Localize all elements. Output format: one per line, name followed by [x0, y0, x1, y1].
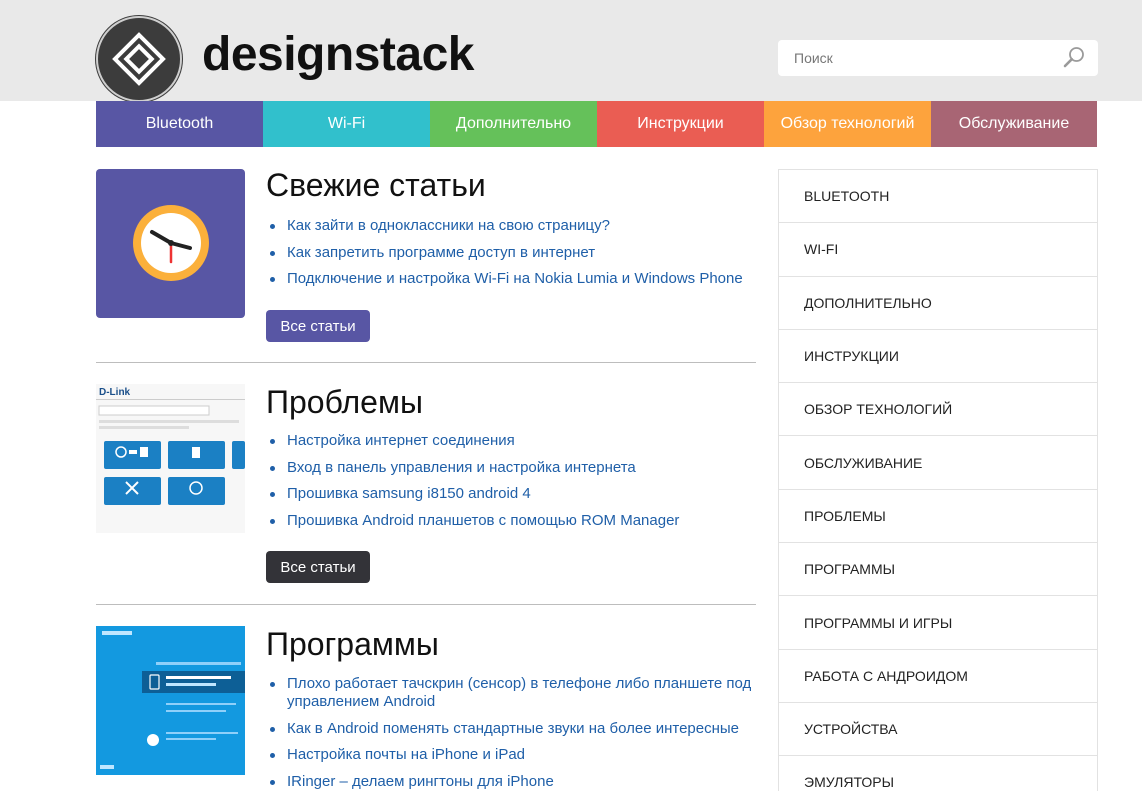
nav-item-wifi[interactable]: Wi-Fi [263, 101, 430, 147]
list-item: Настройка интернет соединения [266, 432, 756, 450]
article-link[interactable]: Плохо работает тачскрин (сенсор) в телеф… [287, 675, 751, 710]
sidebar-item-wifi[interactable]: WI-FI [779, 223, 1097, 277]
article-list: Плохо работает тачскрин (сенсор) в телеф… [266, 675, 756, 791]
nav-item-bluetooth[interactable]: Bluetooth [96, 101, 263, 147]
list-item: Подключение и настройка Wi-Fi на Nokia L… [266, 270, 756, 288]
programs-section: Программы Плохо работает тачскрин (сенсо… [96, 626, 756, 791]
nav-item-maintenance[interactable]: Обслуживание [931, 101, 1097, 147]
category-sidebar: BLUETOOTH WI-FI ДОПОЛНИТЕЛЬНО ИНСТРУКЦИИ… [778, 169, 1098, 791]
section-title: Проблемы [266, 384, 423, 420]
article-link[interactable]: IRinger – делаем рингтоны для iPhone [287, 773, 554, 790]
nav-item-additional[interactable]: Дополнительно [430, 101, 597, 147]
sidebar-item-programs-games[interactable]: ПРОГРАММЫ И ИГРЫ [779, 596, 1097, 650]
all-articles-button[interactable]: Все статьи [266, 551, 370, 583]
article-link[interactable]: Настройка интернет соединения [287, 432, 515, 449]
sidebar-item-devices[interactable]: УСТРОЙСТВА [779, 703, 1097, 757]
router-screenshot-image: D-Link [96, 384, 245, 533]
site-name[interactable]: designstack [202, 26, 474, 84]
sidebar-item-maintenance[interactable]: ОБСЛУЖИВАНИЕ [779, 436, 1097, 490]
site-logo[interactable] [96, 16, 182, 102]
list-item: Как зайти в одноклассники на свою страни… [266, 217, 756, 235]
nav-item-tech-review[interactable]: Обзор технологий [764, 101, 931, 147]
clock-icon [133, 205, 209, 281]
article-link[interactable]: Прошивка samsung i8150 android 4 [287, 485, 531, 502]
article-link[interactable]: Как в Android поменять стандартные звуки… [287, 720, 739, 737]
sidebar-item-instructions[interactable]: ИНСТРУКЦИИ [779, 330, 1097, 384]
article-link[interactable]: Подключение и настройка Wi-Fi на Nokia L… [287, 270, 743, 287]
article-link[interactable]: Как запретить программе доступ в интерне… [287, 244, 595, 261]
section-title: Свежие статьи [266, 167, 486, 203]
sidebar-item-bluetooth[interactable]: BLUETOOTH [779, 170, 1097, 224]
article-link[interactable]: Как зайти в одноклассники на свою страни… [287, 217, 610, 234]
programs-thumbnail[interactable] [96, 626, 245, 775]
sidebar-item-problems[interactable]: ПРОБЛЕМЫ [779, 490, 1097, 544]
problems-thumbnail[interactable]: D-Link [96, 384, 245, 533]
sidebar-item-emulators[interactable]: ЭМУЛЯТОРЫ [779, 756, 1097, 791]
article-link[interactable]: Вход в панель управления и настройка инт… [287, 459, 636, 476]
sidebar-item-tech-review[interactable]: ОБЗОР ТЕХНОЛОГИЙ [779, 383, 1097, 437]
search-icon[interactable] [1062, 45, 1086, 69]
article-link[interactable]: Настройка почты на iPhone и iPad [287, 746, 525, 763]
app-screenshot-image [96, 626, 245, 775]
list-item: Прошивка Android планшетов с помощью ROM… [266, 512, 756, 530]
article-list: Настройка интернет соединения Вход в пан… [266, 432, 756, 539]
divider [96, 362, 756, 363]
problems-section: D-Link Проблемы Настройка интернет соеди… [96, 384, 756, 584]
list-item: Вход в панель управления и настройка инт… [266, 459, 756, 477]
divider [96, 604, 756, 605]
article-link[interactable]: Прошивка Android планшетов с помощью ROM… [287, 512, 679, 529]
dlink-logo-text: D-Link [99, 387, 131, 398]
article-list: Как зайти в одноклассники на свою страни… [266, 217, 756, 297]
sidebar-item-android[interactable]: РАБОТА С АНДРОИДОМ [779, 650, 1097, 703]
list-item: Плохо работает тачскрин (сенсор) в телеф… [266, 675, 756, 711]
sidebar-item-programs[interactable]: ПРОГРАММЫ [779, 543, 1097, 597]
list-item: IRinger – делаем рингтоны для iPhone [266, 773, 756, 791]
nav-item-instructions[interactable]: Инструкции [597, 101, 764, 147]
all-articles-button[interactable]: Все статьи [266, 310, 370, 342]
fresh-articles-thumbnail[interactable] [96, 169, 245, 318]
sidebar-item-additional[interactable]: ДОПОЛНИТЕЛЬНО [779, 277, 1097, 330]
section-title: Программы [266, 626, 439, 662]
main-nav: Bluetooth Wi-Fi Дополнительно Инструкции… [96, 101, 1097, 147]
list-item: Как в Android поменять стандартные звуки… [266, 720, 756, 738]
list-item: Настройка почты на iPhone и iPad [266, 746, 756, 764]
list-item: Как запретить программе доступ в интерне… [266, 244, 756, 262]
search-box [778, 40, 1098, 76]
diamond-logo-icon [112, 32, 166, 86]
search-input[interactable] [778, 40, 1058, 76]
fresh-articles-section: Свежие статьи Как зайти в одноклассники … [96, 167, 756, 349]
list-item: Прошивка samsung i8150 android 4 [266, 485, 756, 503]
